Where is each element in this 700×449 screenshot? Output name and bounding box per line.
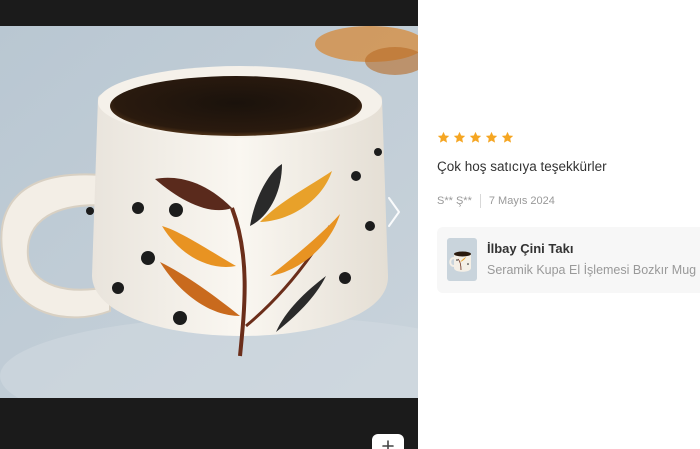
star-icon bbox=[437, 131, 450, 143]
product-thumbnail bbox=[447, 238, 477, 281]
review-panel: Çok hoş satıcıya teşekkürler S** Ş** 7 M… bbox=[418, 0, 700, 449]
star-icon bbox=[469, 131, 482, 143]
star-icon bbox=[453, 131, 466, 143]
review-meta: S** Ş** 7 Mayıs 2024 bbox=[437, 194, 555, 208]
review-photo[interactable] bbox=[0, 26, 418, 398]
next-image-button[interactable] bbox=[382, 192, 406, 232]
meta-divider bbox=[479, 194, 481, 208]
chevron-right-icon bbox=[388, 197, 400, 227]
image-viewer bbox=[0, 0, 418, 449]
reviewer-name: S** Ş** bbox=[437, 195, 472, 207]
zoom-button[interactable] bbox=[372, 434, 404, 449]
product-title: Seramik Kupa El İşlemesi Bozkır Mug bbox=[487, 263, 697, 277]
star-icon bbox=[485, 131, 498, 143]
seller-name: İlbay Çini Takı bbox=[487, 241, 574, 256]
star-icon bbox=[501, 131, 514, 143]
star-rating bbox=[437, 131, 514, 144]
review-date: 7 Mayıs 2024 bbox=[488, 195, 555, 207]
product-card[interactable]: İlbay Çini Takı Seramik Kupa El İşlemesi… bbox=[437, 227, 700, 293]
plus-icon bbox=[382, 440, 394, 449]
review-text: Çok hoş satıcıya teşekkürler bbox=[437, 159, 607, 174]
